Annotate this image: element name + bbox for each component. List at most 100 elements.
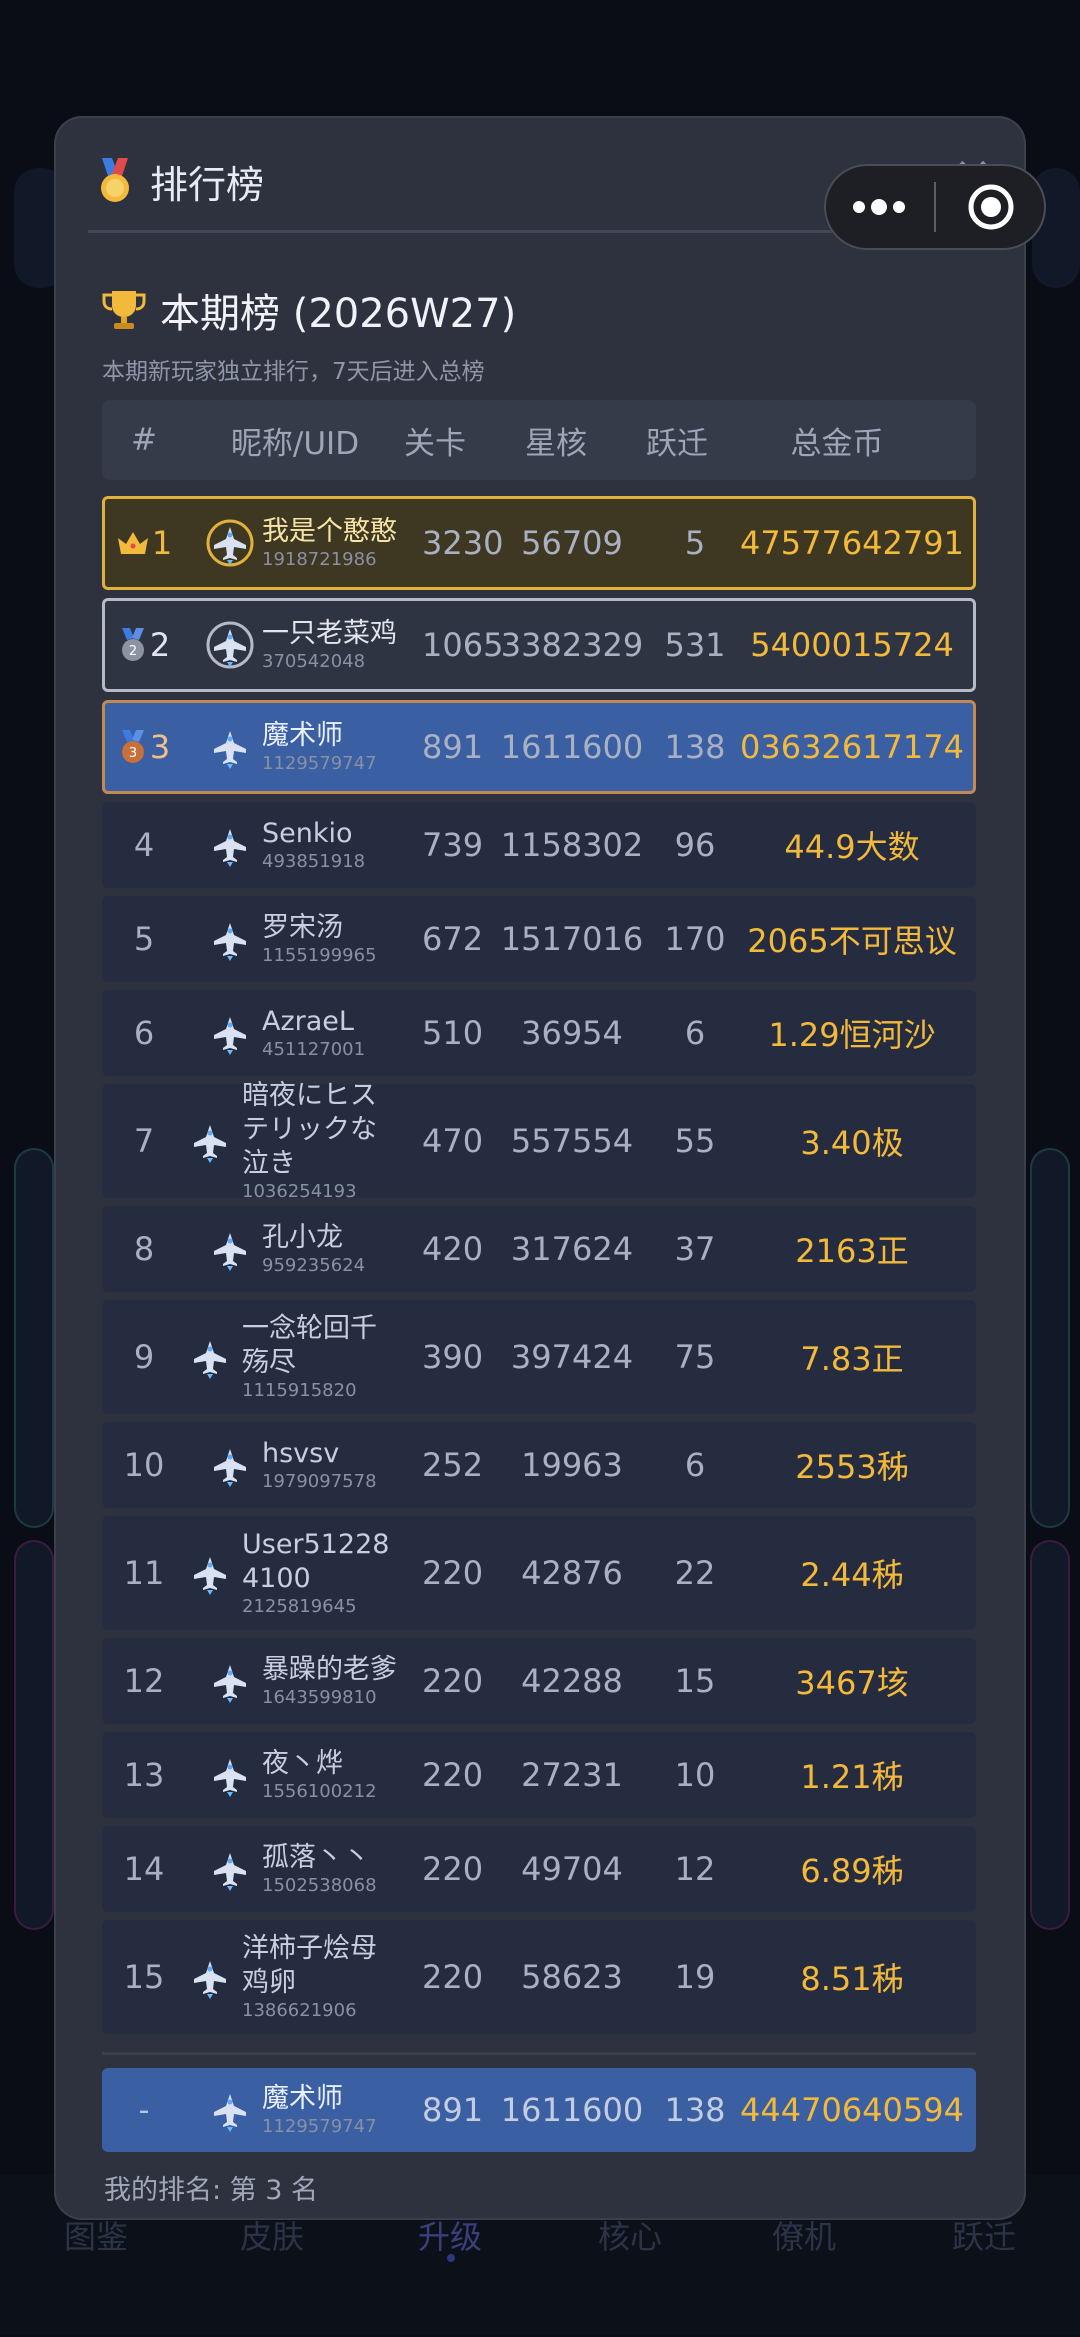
star-cell: 3382329: [500, 626, 644, 664]
warp-cell: 5: [684, 524, 706, 562]
player-name: 我是个憨憨: [262, 516, 397, 547]
table-row[interactable]: 14 孤落丶丶 1502538068 220 49704 12 6.89秭: [102, 1826, 976, 1912]
player-cell: 孔小龙 959235624: [186, 1221, 422, 1277]
rank-cell: 9: [102, 1338, 186, 1376]
table-row[interactable]: 11 User512284100 2125819645 220 42876 22 2.44秭: [102, 1516, 976, 1630]
player-uid: 1386621906: [242, 2000, 357, 2021]
rank-cell: 4: [102, 826, 186, 864]
star-cell: 49704: [521, 1850, 623, 1888]
rank-cell: 8: [102, 1230, 186, 1268]
warp-cell: 10: [674, 1756, 716, 1794]
player-cell: 夜丶烨 1556100212: [186, 1747, 422, 1803]
rank-cell: 5: [102, 920, 186, 958]
coin-cell: 2163正: [795, 1232, 909, 1270]
section-subtitle: 本期新玩家独立排行，7天后进入总榜: [102, 359, 485, 385]
rank-cell: 15: [102, 1958, 186, 1996]
table-row[interactable]: 1 我是个憨憨 1918721986 3230 56709 5 47577642791: [102, 496, 976, 590]
ship-avatar-icon: [206, 1225, 254, 1273]
warp-cell: 170: [664, 920, 726, 958]
star-cell: 27231: [521, 1756, 623, 1794]
level-cell: 672: [422, 920, 484, 958]
ship-avatar-icon: [206, 621, 254, 669]
player-name: 孤落丶丶: [262, 1842, 370, 1873]
coin-cell: 2553秭: [795, 1448, 909, 1486]
ship-avatar-icon: [206, 1441, 254, 1489]
warp-cell: 531: [664, 626, 726, 664]
nav-active-dot: [447, 2254, 455, 2262]
table-row[interactable]: 15 洋柿子烩母鸡卵 1386621906 220 58623 19 8.51秭: [102, 1920, 976, 2034]
warp-cell: 12: [674, 1850, 716, 1888]
player-uid: 1643599810: [262, 1687, 377, 1708]
rank-number: 3: [149, 728, 171, 766]
table-row[interactable]: 7 暗夜にヒステリックな泣き 1036254193 470 557554 55 3.40极: [102, 1080, 976, 1202]
self-star: 1611600: [500, 2091, 644, 2129]
warp-cell: 138: [664, 728, 726, 766]
leaderboard-modal: 排行榜 ✕ 本期榜 (2026W27) 本期新玩家独立排行，7天后进入总榜 # …: [54, 116, 1026, 2220]
table-row[interactable]: 9 一念轮回千殇尽 1115915820 390 397424 75 7.83正: [102, 1300, 976, 1414]
level-cell: 3230: [422, 524, 504, 562]
header-rank: #: [131, 422, 157, 458]
rank-number: 4: [133, 826, 155, 864]
level-cell: 220: [422, 1958, 484, 1996]
player-uid: 1115915820: [242, 1380, 357, 1401]
table-row[interactable]: 3 3 魔术师 1129579747 891 1611600 138 03632617174: [102, 700, 976, 794]
warp-cell: 15: [674, 1662, 716, 1700]
bg-panel: [1030, 1148, 1070, 1528]
ship-avatar-icon: [206, 1751, 254, 1799]
coin-cell: 3467垓: [795, 1664, 909, 1702]
ship-avatar-icon: [206, 1845, 254, 1893]
header-coin: 总金币: [790, 425, 884, 462]
table-row[interactable]: 13 夜丶烨 1556100212 220 27231 10 1.21秭: [102, 1732, 976, 1818]
rank-number: 11: [123, 1554, 165, 1592]
bg-panel: [14, 1148, 54, 1528]
table-row[interactable]: 6 AzraeL 451127001 510 36954 6 1.29恒河沙: [102, 990, 976, 1076]
more-icon[interactable]: [824, 164, 934, 250]
self-player-cell: 魔术师 1129579747: [186, 2082, 422, 2138]
self-rank-row: - 魔术师 1129579747 891 1611600 138 44470640594: [102, 2068, 976, 2152]
player-cell: 一念轮回千殇尽 1115915820: [186, 1312, 422, 1402]
coin-cell: 7.83正: [800, 1340, 904, 1378]
level-cell: 220: [422, 1850, 484, 1888]
rank-cell: 13: [102, 1756, 186, 1794]
self-coin: 44470640594: [740, 2091, 964, 2129]
table-row[interactable]: 10 hsvsv 1979097578 252 19963 6 2553秭: [102, 1422, 976, 1508]
player-name: 一念轮回千殇尽: [242, 1313, 377, 1378]
star-cell: 317624: [510, 1230, 634, 1268]
table-row[interactable]: 8 孔小龙 959235624 420 317624 37 2163正: [102, 1206, 976, 1292]
header-name: 昵称/UID: [230, 425, 360, 462]
medal-icon: [101, 158, 129, 202]
table-row[interactable]: 12 暴躁的老爹 1643599810 220 42288 15 3467垓: [102, 1638, 976, 1724]
rank-cell: 1: [102, 524, 186, 562]
warp-cell: 55: [674, 1122, 716, 1160]
rank-cell: 7: [102, 1122, 186, 1160]
rank-number: 13: [123, 1756, 165, 1794]
coin-cell: 1.21秭: [800, 1758, 904, 1796]
player-uid: 1918721986: [262, 549, 377, 570]
rank-number: 5: [133, 920, 155, 958]
table-header: # 昵称/UID 关卡 星核 跃迁 总金币: [102, 400, 976, 480]
level-cell: 390: [422, 1338, 484, 1376]
rank-number: 1: [151, 524, 173, 562]
table-body: 1 我是个憨憨 1918721986 3230 56709 5 47577642791 2 2 一…: [102, 496, 976, 2034]
star-cell: 42288: [521, 1662, 623, 1700]
ship-avatar-icon: [186, 1333, 234, 1381]
player-cell: hsvsv 1979097578: [186, 1437, 422, 1493]
player-uid: 1979097578: [262, 1471, 377, 1492]
player-cell: Senkio 493851918: [186, 817, 422, 873]
coin-cell: 03632617174: [740, 728, 964, 766]
level-cell: 510: [422, 1014, 484, 1052]
player-cell: 我是个憨憨 1918721986: [186, 515, 422, 571]
rank-cell: 33: [102, 728, 186, 766]
ship-avatar-icon: [206, 1657, 254, 1705]
rank-cell: 6: [102, 1014, 186, 1052]
table-row[interactable]: 5 罗宋汤 1155199965 672 1517016 170 2065不可思议: [102, 896, 976, 982]
rank-number: 7: [133, 1122, 155, 1160]
table-row[interactable]: 2 2 一只老菜鸡 370542048 1065 3382329 531 5400015724: [102, 598, 976, 692]
self-warp: 138: [664, 2091, 726, 2129]
rank-number: 14: [123, 1850, 165, 1888]
player-cell: AzraeL 451127001: [186, 1005, 422, 1061]
close-miniprogram-icon[interactable]: [936, 164, 1046, 250]
table-row[interactable]: 4 Senkio 493851918 739 1158302 96 44.9大数: [102, 802, 976, 888]
level-cell: 220: [422, 1756, 484, 1794]
player-name: 孔小龙: [262, 1222, 343, 1253]
